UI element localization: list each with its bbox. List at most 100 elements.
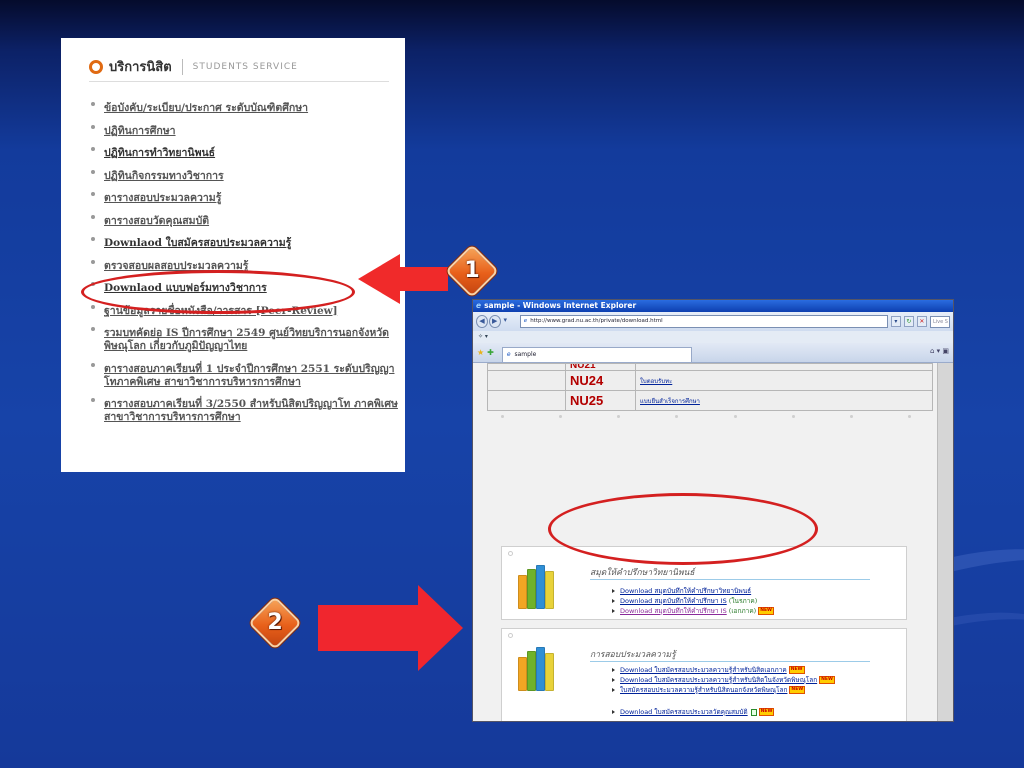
list-item: Download ใบสมัครสอบประมวลความรู้สำหรับนิ… (612, 665, 835, 675)
service-link-thesis-calendar[interactable]: ปฏิทินการทำวิทยานิพนธ์ (89, 147, 399, 160)
ie-logo-icon: e (476, 301, 482, 310)
panel-subtitle: STUDENTS SERVICE (192, 61, 298, 72)
vertical-scrollbar[interactable] (937, 363, 953, 721)
download-link[interactable]: Download ใบสมัครสอบประมวลความรู้สำหรับนิ… (620, 666, 787, 674)
books-icon (516, 645, 558, 691)
form-code: NU24 (565, 370, 636, 391)
tab-row: ★ ✚ e sample ⌂ ▾ ▣ (473, 343, 953, 363)
service-link-academic-calendar[interactable]: ปฏิทินกิจกรรมทางวิชาการ (89, 169, 399, 183)
service-link-comprehensive-exam-schedule[interactable]: ตารางสอบประมวลความรู้ (89, 192, 399, 205)
triangle-bullet-icon (612, 688, 615, 692)
service-link-calendar[interactable]: ปฏิทินการศึกษา (89, 124, 399, 138)
panel-title: บริการนิสิต (109, 60, 172, 75)
triangle-bullet-icon (612, 599, 615, 603)
section-underline (590, 661, 870, 662)
service-link-download-exam-form[interactable]: Downlaod ใบสมัครสอบประมวลความรู้ (89, 237, 399, 250)
table-row: NU24 ใบตอบรับทะ (487, 370, 933, 391)
triangle-bullet-icon (612, 668, 615, 672)
bullet-circle-icon (89, 59, 103, 74)
form-link[interactable]: ใบตอบรับทะ (635, 370, 933, 391)
list-item: Download สมุดบันทึกให้คำปรึกษาวิทยานิพนธ… (612, 586, 774, 596)
window-titlebar: e sample - Windows Internet Explorer (473, 300, 953, 312)
student-services-panel: บริการนิสิต STUDENTS SERVICE ข้อบังคับ/ร… (61, 38, 405, 472)
highlight-ellipse-advisory-links (548, 493, 818, 565)
step-badge-2-number: 2 (267, 610, 283, 635)
left-arrow-shaft (398, 267, 448, 291)
right-arrow-head (418, 585, 463, 671)
right-arrow-shaft (318, 605, 420, 651)
section-underline (590, 579, 870, 580)
window-title: sample - Windows Internet Explorer (484, 301, 637, 310)
step-badge-2: 2 (248, 596, 302, 650)
new-badge: NEW (789, 686, 806, 694)
download-link[interactable]: Download สมุดบันทึกให้คำปรึกษา IS (620, 597, 727, 605)
address-bar-row: ◀ ▶ ▾ e http://www.grad.nu.ac.th/private… (473, 312, 953, 331)
section-dot-icon (508, 551, 513, 556)
history-dropdown-icon[interactable]: ▾ (502, 315, 509, 328)
download-list: Download สมุดบันทึกให้คำปรึกษาวิทยานิพนธ… (612, 586, 775, 616)
tab-label: sample (514, 351, 537, 358)
list-item: Download ใบสมัครสอบประมวลความรู้สำหรับนิ… (612, 675, 835, 685)
step-badge-1-number: 1 (464, 258, 480, 283)
comprehensive-exam-section: การสอบประมวลความรู้ Download ใบสมัครสอบป… (501, 628, 907, 721)
section-title: สมุดให้คำปรึกษาวิทยานิพนธ์ (590, 568, 695, 578)
highlight-ellipse-forms-link (81, 270, 355, 314)
favorites-menu-icon[interactable]: ✧ ▾ (478, 333, 488, 340)
form-code: NU21 (565, 363, 636, 371)
triangle-bullet-icon (612, 589, 615, 593)
triangle-bullet-icon (612, 678, 615, 682)
program-type-label: (เอกภาค) (728, 607, 757, 615)
live-search-input[interactable]: Live S (929, 315, 951, 328)
table-row: NU21 (487, 363, 933, 371)
program-type-label: (ในรภาค) (728, 597, 758, 605)
panel-header: บริการนิสิต STUDENTS SERVICE (89, 52, 389, 82)
left-arrow (358, 254, 448, 304)
add-favorite-icon[interactable]: ✚ (487, 348, 494, 357)
decorative-dots (473, 406, 939, 426)
triangle-bullet-icon (612, 609, 615, 613)
download-list: Download ใบสมัครสอบประมวลความรู้สำหรับนิ… (612, 665, 835, 717)
step-badge-1: 1 (445, 244, 499, 298)
left-arrow-head (358, 254, 400, 304)
new-badge: NEW (758, 607, 775, 615)
service-link-qualifying-exam-schedule[interactable]: ตารางสอบวัดคุณสมบัติ (89, 214, 399, 228)
home-icon[interactable]: ⌂ ▾ ▣ (930, 347, 949, 355)
new-badge: NEW (788, 666, 805, 674)
download-link[interactable]: Download ใบสมัครสอบประมวลความรู้สำหรับนิ… (620, 676, 817, 684)
section-dot-icon (508, 633, 513, 638)
list-item: Download สมุดบันทึกให้คำปรึกษา IS (ในรภา… (612, 596, 774, 606)
list-item: Download ใบสมัครสอบประมวลวัดคุณสมบัติ NEW (612, 707, 835, 717)
document-icon (750, 708, 757, 716)
right-arrow (318, 585, 463, 671)
list-item: Download สมุดบันทึกให้คำปรึกษา IS (เอกภา… (612, 606, 775, 616)
list-item: ใบสมัครสอบประมวลความรู้สำหรับนิสิตนอกจัง… (612, 685, 835, 695)
forward-icon[interactable]: ▶ (488, 315, 501, 328)
books-icon (516, 563, 558, 609)
favorites-star-icon[interactable]: ★ (477, 348, 484, 357)
section-title: การสอบประมวลความรู้ (590, 650, 676, 660)
download-link[interactable]: ใบสมัครสอบประมวลความรู้สำหรับนิสิตนอกจัง… (620, 686, 787, 694)
new-badge: NEW (819, 676, 835, 684)
service-link-exam-schedule-3-2550[interactable]: ตารางสอบภาคเรียนที่ 3/2550 สำหรับนิสิตปร… (89, 398, 399, 424)
download-link[interactable]: Download สมุดบันทึกให้คำปรึกษา IS (620, 607, 727, 615)
download-link[interactable]: Download ใบสมัครสอบประมวลวัดคุณสมบัติ (620, 708, 748, 716)
address-field[interactable]: e http://www.grad.nu.ac.th/private/downl… (519, 315, 888, 328)
service-link-is-abstracts[interactable]: รวมบทคัดย่อ IS ปีการศึกษา 2549 ศูนย์วิทย… (89, 327, 399, 353)
triangle-bullet-icon (612, 710, 615, 714)
forms-table: NU21 NU24 ใบตอบรับทะ NU25 แบบยืนสำเร็จกา… (487, 363, 933, 411)
download-link[interactable]: Download สมุดบันทึกให้คำปรึกษาวิทยานิพนธ… (620, 587, 751, 595)
header-divider (181, 58, 183, 75)
service-link-regulations[interactable]: ข้อบังคับ/ระเบียบ/ประกาศ ระดับบัณฑิตศึกษ… (89, 102, 399, 115)
address-url: http://www.grad.nu.ac.th/private/downloa… (530, 318, 663, 324)
back-icon[interactable]: ◀ (476, 315, 488, 328)
refresh-icon[interactable]: ↻ (903, 316, 914, 327)
address-dropdown-icon[interactable]: ▾ (890, 316, 901, 327)
tab-page-icon: e (506, 351, 511, 358)
new-badge: NEW (758, 708, 775, 716)
tab-sample[interactable]: e sample (501, 347, 692, 362)
command-row: ✧ ▾ (473, 331, 953, 343)
service-link-exam-schedule-1-2551[interactable]: ตารางสอบภาคเรียนที่ 1 ประจำปีการศึกษา 25… (89, 362, 399, 389)
services-link-list: ข้อบังคับ/ระเบียบ/ประกาศ ระดับบัณฑิตศึกษ… (89, 102, 399, 434)
stop-icon[interactable]: ✕ (916, 316, 927, 327)
page-icon: e (523, 318, 528, 324)
